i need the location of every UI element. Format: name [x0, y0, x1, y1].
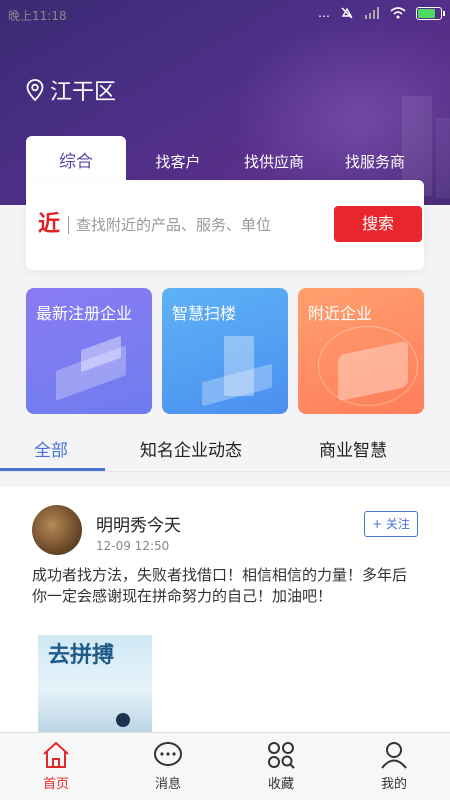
- tab-find-suppliers[interactable]: 找供应商: [226, 136, 322, 180]
- tab-all[interactable]: 全部: [34, 436, 68, 461]
- active-tab-indicator: [0, 468, 105, 471]
- banner-building-small: [436, 118, 450, 198]
- post-text: 成功者找方法，失败者找借口！相信相信的力量！多年后你一定会感谢现在拼命努力的自己…: [32, 566, 408, 605]
- location-pin-icon: [26, 79, 44, 101]
- location-selector[interactable]: 江干区: [26, 74, 116, 106]
- nav-messages-label: 消息: [154, 777, 181, 792]
- post-image-text: 去拼搏: [48, 642, 115, 668]
- card-nearby-companies[interactable]: 附近企业: [298, 288, 424, 414]
- nav-home-label: 首页: [42, 777, 69, 792]
- search-box: 近 搜索: [26, 180, 424, 270]
- card-new-registered-companies[interactable]: 最新注册企业: [26, 288, 152, 414]
- card-title: 最新注册企业: [36, 304, 133, 323]
- status-icons: …: [318, 6, 445, 20]
- card-smart-building-scan[interactable]: 智慧扫楼: [162, 288, 288, 414]
- search-button[interactable]: 搜索: [334, 206, 422, 242]
- nav-home[interactable]: 首页: [16, 741, 96, 792]
- bottom-nav: 首页 消息 收藏 我的: [0, 732, 450, 800]
- status-bar: 晚上11:18 …: [0, 0, 450, 30]
- tab-comprehensive[interactable]: 综合: [26, 136, 126, 180]
- post-time: 12-09 12:50: [96, 539, 170, 553]
- profile-icon: [381, 742, 407, 769]
- nav-profile[interactable]: 我的: [354, 741, 434, 792]
- feed-post[interactable]: 明明秀今天 12-09 12:50 + 关注 成功者找方法，失败者找借口！相信相…: [0, 487, 450, 732]
- card-title: 智慧扫楼: [172, 304, 237, 323]
- post-image[interactable]: 去拼搏: [38, 635, 152, 732]
- battery-icon: [416, 6, 445, 20]
- app-page: 晚上11:18 … 江干区 综合 找客户 找供应商 找服务商 近 搜索 最新注册…: [0, 0, 450, 800]
- app-logo-icon: 近: [37, 212, 60, 237]
- search-divider: [68, 216, 69, 234]
- status-time: 晚上11:18: [8, 9, 67, 23]
- search-input[interactable]: [76, 210, 326, 240]
- post-author[interactable]: 明明秀今天: [96, 511, 181, 536]
- card-title: 附近企业: [308, 304, 373, 323]
- tab-famous-company-news[interactable]: 知名企业动态: [140, 436, 242, 461]
- network-dots: …: [318, 6, 330, 20]
- card-illustration-ring: [318, 326, 418, 406]
- content-tabs: 全部 知名企业动态 商业智慧: [0, 426, 450, 472]
- follow-button[interactable]: + 关注: [364, 511, 418, 537]
- tab-find-service-providers[interactable]: 找服务商: [326, 136, 424, 180]
- tab-find-customers[interactable]: 找客户: [130, 136, 226, 180]
- home-icon: [43, 741, 69, 768]
- nav-favorites-label: 收藏: [267, 777, 294, 792]
- search-tabs: 综合 找客户 找供应商 找服务商: [26, 136, 424, 180]
- favorites-icon: [268, 742, 295, 769]
- location-name: 江干区: [50, 80, 117, 105]
- battery-level: [418, 8, 435, 18]
- post-image-figure: [116, 713, 130, 727]
- wifi-icon: [390, 7, 406, 19]
- mute-icon: [341, 7, 353, 19]
- nav-messages[interactable]: 消息: [128, 741, 208, 792]
- nav-favorites[interactable]: 收藏: [241, 741, 321, 792]
- feature-cards: 最新注册企业 智慧扫楼 附近企业: [26, 288, 424, 414]
- avatar[interactable]: [32, 505, 82, 555]
- message-icon: [154, 742, 182, 766]
- tab-business-wisdom[interactable]: 商业智慧: [319, 436, 387, 461]
- signal-icon: [365, 7, 379, 19]
- nav-profile-label: 我的: [380, 777, 407, 792]
